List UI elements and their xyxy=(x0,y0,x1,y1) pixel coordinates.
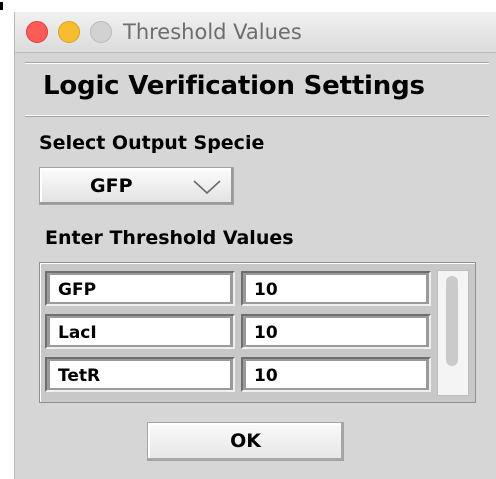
specie-name: GFP xyxy=(58,280,97,300)
window-corner-mark xyxy=(0,2,3,10)
threshold-value-field[interactable]: 10 xyxy=(241,271,431,306)
ok-button-label: OK xyxy=(230,430,261,452)
minimize-window-button[interactable] xyxy=(58,21,80,43)
chevron-down-icon xyxy=(193,180,221,194)
specie-name: TetR xyxy=(58,366,101,386)
settings-header-panel: Logic Verification Settings xyxy=(25,62,489,116)
specie-name-field-inner: LacI xyxy=(50,318,230,345)
threshold-value-field-inner: 10 xyxy=(246,318,426,345)
threshold-value: 10 xyxy=(254,366,278,386)
threshold-value-field-inner: 10 xyxy=(246,275,426,302)
output-specie-select[interactable]: GFP xyxy=(39,167,234,205)
threshold-value-field[interactable]: 10 xyxy=(241,357,431,392)
output-specie-selected-value: GFP xyxy=(90,175,133,197)
specie-name-field-inner: TetR xyxy=(50,361,230,388)
specie-name-field[interactable]: TetR xyxy=(45,357,235,392)
zoom-window-button xyxy=(90,21,112,43)
dialog-window: Threshold Values Logic Verification Sett… xyxy=(14,12,496,479)
specie-name-field[interactable]: LacI xyxy=(45,314,235,349)
threshold-value: 10 xyxy=(254,323,278,343)
page-title: Logic Verification Settings xyxy=(43,71,425,101)
table-scrollbar[interactable] xyxy=(437,270,469,396)
scrollbar-thumb[interactable] xyxy=(446,276,458,366)
ok-button[interactable]: OK xyxy=(147,422,344,461)
threshold-value-field[interactable]: 10 xyxy=(241,314,431,349)
threshold-value-field-inner: 10 xyxy=(246,361,426,388)
threshold-table: GFP 10 LacI 10 TetR 10 xyxy=(39,262,476,403)
threshold-values-label: Enter Threshold Values xyxy=(45,227,294,249)
specie-name-field[interactable]: GFP xyxy=(45,271,235,306)
close-window-button[interactable] xyxy=(26,21,48,43)
output-specie-label: Select Output Specie xyxy=(39,132,265,154)
window-title: Threshold Values xyxy=(123,20,302,44)
specie-name: LacI xyxy=(58,323,97,343)
threshold-value: 10 xyxy=(254,280,278,300)
title-bar[interactable]: Threshold Values xyxy=(15,12,496,53)
specie-name-field-inner: GFP xyxy=(50,275,230,302)
